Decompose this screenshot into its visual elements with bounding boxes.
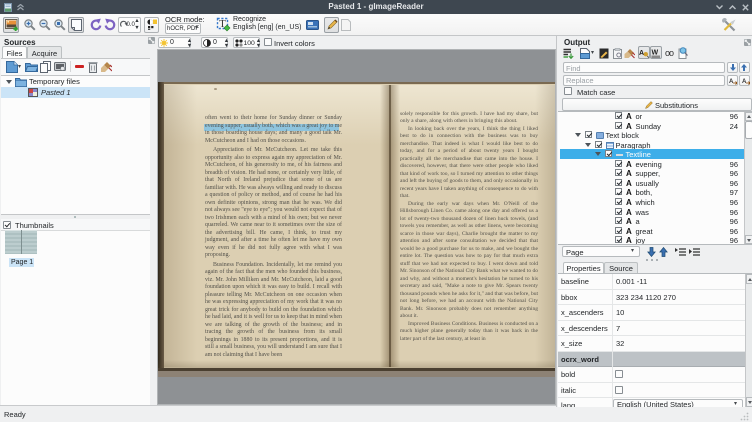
svg-text:A: A: [742, 79, 747, 85]
svg-text:W: W: [652, 50, 659, 57]
svg-text:A: A: [729, 79, 734, 85]
svg-text:A: A: [639, 50, 644, 57]
